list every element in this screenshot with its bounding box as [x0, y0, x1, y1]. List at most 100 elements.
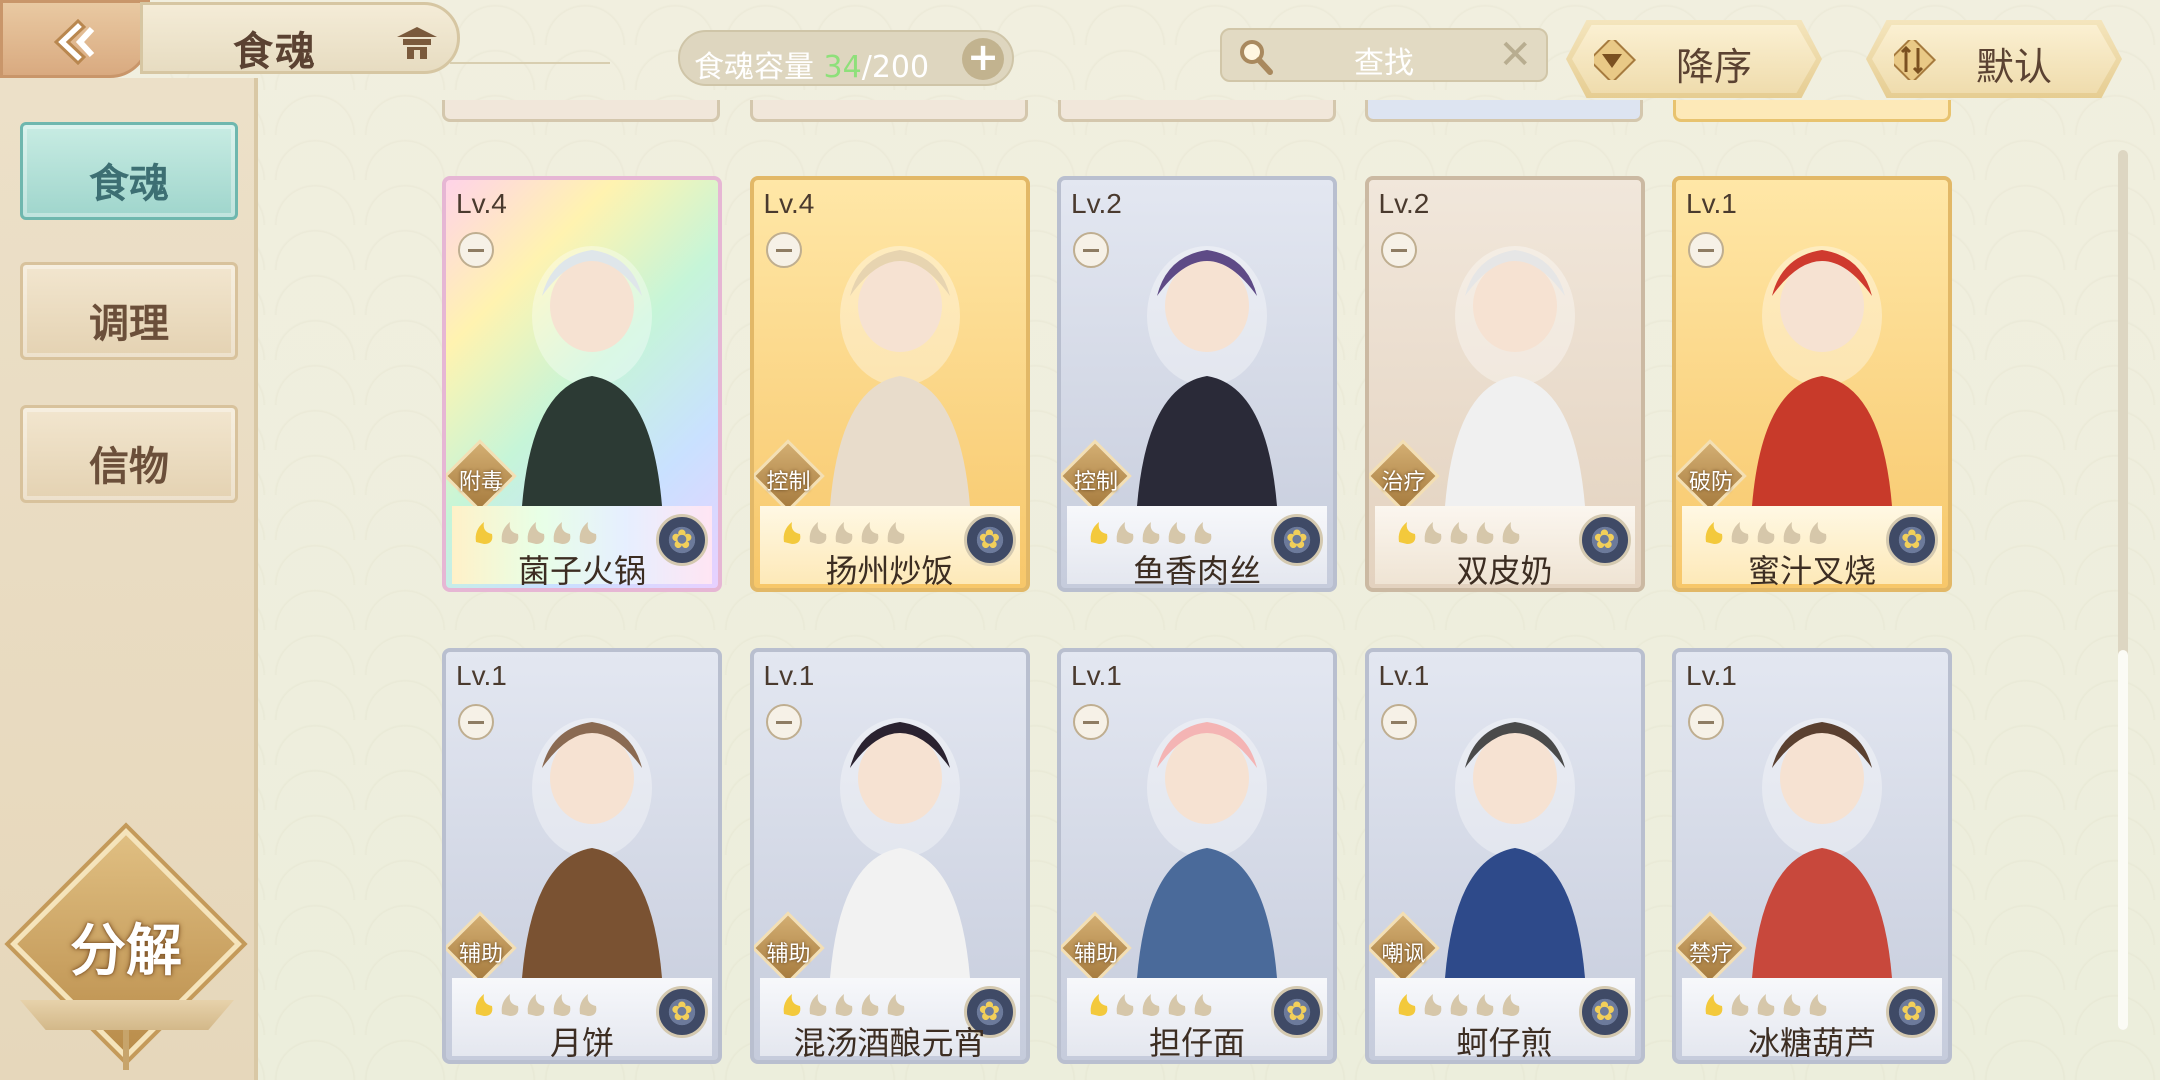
chef-hat-icon	[1073, 232, 1109, 268]
level-label: Lv.1	[1378, 660, 1430, 691]
card-peek[interactable]	[1365, 100, 1643, 122]
food-soul-card[interactable]: Lv.1 辅助 ✿ 混汤酒酿元宵	[749, 648, 1030, 1064]
sort-order-button[interactable]: 降序	[1566, 20, 1822, 98]
back-button[interactable]	[0, 0, 150, 78]
title-divider	[450, 62, 610, 64]
card-peek[interactable]	[1673, 100, 1951, 122]
capacity-max: /200	[861, 50, 930, 85]
star-rating	[475, 522, 597, 544]
chef-hat-icon	[1688, 232, 1724, 268]
food-soul-card[interactable]: Lv.1 辅助 ✿ 担仔面	[1057, 648, 1337, 1064]
role-label: 治疗	[1381, 470, 1426, 495]
food-soul-name: 鱼香肉丝	[1132, 552, 1261, 590]
star-rating	[1705, 994, 1827, 1016]
role-label: 辅助	[1073, 942, 1118, 967]
role-label: 控制	[766, 470, 811, 495]
role-label: 嘲讽	[1381, 942, 1426, 967]
chef-hat-icon	[765, 232, 802, 268]
food-soul-name: 扬州炒饭	[825, 552, 954, 590]
page-title: 食魂	[233, 29, 317, 75]
sort-mode-label: 默认	[1976, 45, 2053, 89]
level-label: Lv.2	[1071, 188, 1122, 219]
food-soul-card[interactable]: Lv.4 控制 ✿ 扬州炒饭	[749, 176, 1030, 592]
clear-search-button[interactable]: ✕	[1498, 32, 1532, 78]
role-label: 辅助	[766, 942, 811, 967]
chef-hat-icon	[458, 704, 494, 740]
level-label: Lv.1	[1686, 188, 1737, 219]
role-badge: 辅助	[1061, 911, 1135, 988]
role-label: 破防	[1688, 470, 1733, 495]
role-badge: 嘲讽	[1368, 911, 1443, 988]
tab-tokens[interactable]: 信物	[20, 405, 238, 503]
role-badge: 控制	[753, 439, 828, 516]
pagoda-icon	[397, 27, 437, 59]
role-badge: 附毒	[446, 439, 520, 516]
role-label: 附毒	[458, 470, 503, 495]
food-soul-name: 蜜汁叉烧	[1747, 552, 1876, 590]
level-label: Lv.1	[763, 660, 815, 691]
card-peek[interactable]	[1058, 100, 1336, 122]
decompose-label: 分解	[70, 919, 182, 984]
role-label: 禁疗	[1688, 942, 1733, 967]
food-soul-card[interactable]: Lv.1 辅助 ✿ 月饼	[442, 648, 722, 1064]
capacity-current: 34	[823, 50, 862, 85]
magnifier-icon	[1240, 40, 1273, 75]
role-badge: 辅助	[753, 911, 828, 988]
role-label: 辅助	[458, 942, 503, 967]
tab-conditioning[interactable]: 调理	[20, 262, 238, 360]
star-rating	[783, 994, 904, 1016]
sort-mode-button[interactable]: 默认	[1866, 20, 2122, 98]
level-label: Lv.4	[456, 188, 507, 219]
swap-icon	[1894, 40, 1937, 80]
food-soul-card[interactable]: Lv.1 破防 ✿ 蜜汁叉烧	[1672, 176, 1952, 592]
level-label: Lv.1	[1071, 660, 1122, 691]
scrollbar-thumb[interactable]	[2118, 650, 2128, 1030]
food-soul-card[interactable]: Lv.1 嘲讽 ✿ 蚵仔煎	[1364, 648, 1645, 1064]
role-badge: 控制	[1061, 439, 1135, 516]
star-rating	[1398, 522, 1519, 544]
search-box[interactable]: 查找 ✕	[1220, 28, 1548, 82]
tab-food-souls[interactable]: 食魂	[20, 122, 238, 220]
star-rating	[475, 994, 597, 1016]
chef-hat-icon	[765, 704, 802, 740]
capacity-display: 食魂容量 34/200 +	[678, 30, 1014, 86]
role-badge: 破防	[1676, 439, 1750, 516]
sort-order-label: 降序	[1676, 45, 1753, 89]
food-soul-name: 混汤酒酿元宵	[793, 1024, 986, 1062]
food-soul-name: 蚵仔煎	[1456, 1024, 1553, 1062]
capacity-label: 食魂容量 34/200	[694, 50, 930, 85]
level-label: Lv.1	[456, 660, 507, 691]
star-rating	[1705, 522, 1827, 544]
star-rating	[1090, 994, 1212, 1016]
food-soul-card[interactable]: Lv.1 禁疗 ✿ 冰糖葫芦	[1672, 648, 1952, 1064]
food-soul-name: 担仔面	[1148, 1024, 1245, 1062]
food-soul-name: 月饼	[549, 1024, 614, 1062]
chef-hat-icon	[1380, 232, 1417, 268]
card-peek[interactable]	[442, 100, 720, 122]
triangle-down-icon	[1594, 40, 1637, 80]
tab-food-souls-label: 食魂	[89, 161, 169, 207]
back-arrow-icon	[53, 18, 95, 66]
food-soul-name: 双皮奶	[1456, 552, 1553, 590]
food-soul-card[interactable]: Lv.4 附毒 ✿ 菌子火锅	[442, 176, 722, 592]
card-peek[interactable]	[750, 100, 1028, 122]
role-label: 控制	[1073, 470, 1118, 495]
food-soul-card[interactable]: Lv.2 治疗 ✿ 双皮奶	[1364, 176, 1645, 592]
role-badge: 辅助	[446, 911, 520, 988]
chef-hat-icon	[1380, 704, 1417, 740]
role-badge: 禁疗	[1676, 911, 1750, 988]
chef-hat-icon	[1073, 704, 1109, 740]
food-soul-name: 菌子火锅	[517, 552, 646, 590]
level-label: Lv.4	[763, 188, 815, 219]
top-bar: 食魂 食魂容量 34/200 + 查找 ✕ 降序 默认	[0, 0, 2160, 100]
tab-conditioning-label: 调理	[89, 301, 169, 347]
chef-hat-icon	[458, 232, 494, 268]
title-plate: 食魂	[140, 2, 460, 75]
search-input[interactable]: 查找	[1354, 38, 1414, 82]
chef-hat-icon	[1688, 704, 1724, 740]
role-badge: 治疗	[1368, 439, 1443, 516]
food-soul-name: 冰糖葫芦	[1747, 1024, 1876, 1062]
food-soul-card[interactable]: Lv.2 控制 ✿ 鱼香肉丝	[1057, 176, 1337, 592]
expand-capacity-button[interactable]: +	[962, 38, 1004, 80]
star-rating	[1398, 994, 1519, 1016]
